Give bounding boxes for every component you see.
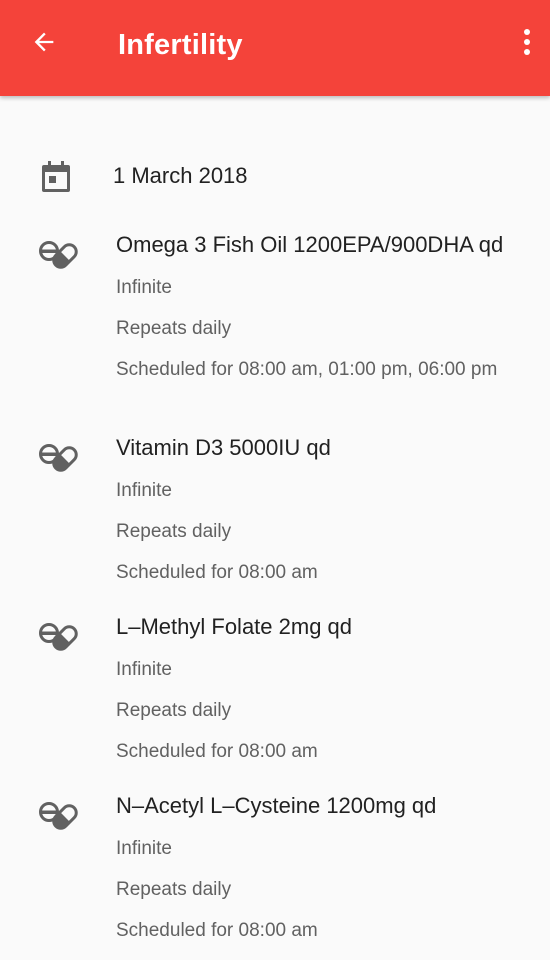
pills-icon — [39, 802, 78, 830]
date-row: 1 March 2018 — [0, 150, 550, 202]
page-title: Infertility — [118, 29, 243, 61]
overflow-menu-button[interactable] — [510, 24, 544, 60]
medication-repeat: Repeats daily — [116, 318, 232, 339]
medication-repeat: Repeats daily — [116, 879, 232, 900]
more-vert-icon — [524, 29, 530, 55]
medication-name: Vitamin D3 5000IU qd — [116, 435, 331, 460]
medication-duration: Infinite — [116, 277, 172, 298]
pills-icon — [39, 241, 78, 269]
pills-icon — [39, 623, 78, 651]
medication-name: Omega 3 Fish Oil 1200EPA/900DHA qd — [116, 232, 504, 257]
medication-duration: Infinite — [116, 838, 172, 859]
medication-schedule: Scheduled for 08:00 am — [116, 562, 318, 583]
medication-name: L–Methyl Folate 2mg qd — [116, 614, 353, 639]
app-bar: Infertility — [0, 0, 550, 96]
medication-repeat: Repeats daily — [116, 700, 232, 721]
medication-schedule: Scheduled for 08:00 am, 01:00 pm, 06:00 … — [116, 359, 498, 380]
medication-duration: Infinite — [116, 480, 172, 501]
back-button[interactable] — [22, 24, 66, 60]
medication-duration: Infinite — [116, 659, 172, 680]
medication-schedule: Scheduled for 08:00 am — [116, 741, 318, 762]
arrow-back-icon — [34, 32, 54, 52]
medication-schedule: Scheduled for 08:00 am — [116, 920, 318, 941]
schedule-date: 1 March 2018 — [113, 163, 248, 188]
medication-repeat: Repeats daily — [116, 521, 232, 542]
pills-icon — [39, 444, 78, 472]
calendar-icon — [42, 161, 70, 192]
medication-name: N–Acetyl L–Cysteine 1200mg qd — [116, 793, 437, 818]
